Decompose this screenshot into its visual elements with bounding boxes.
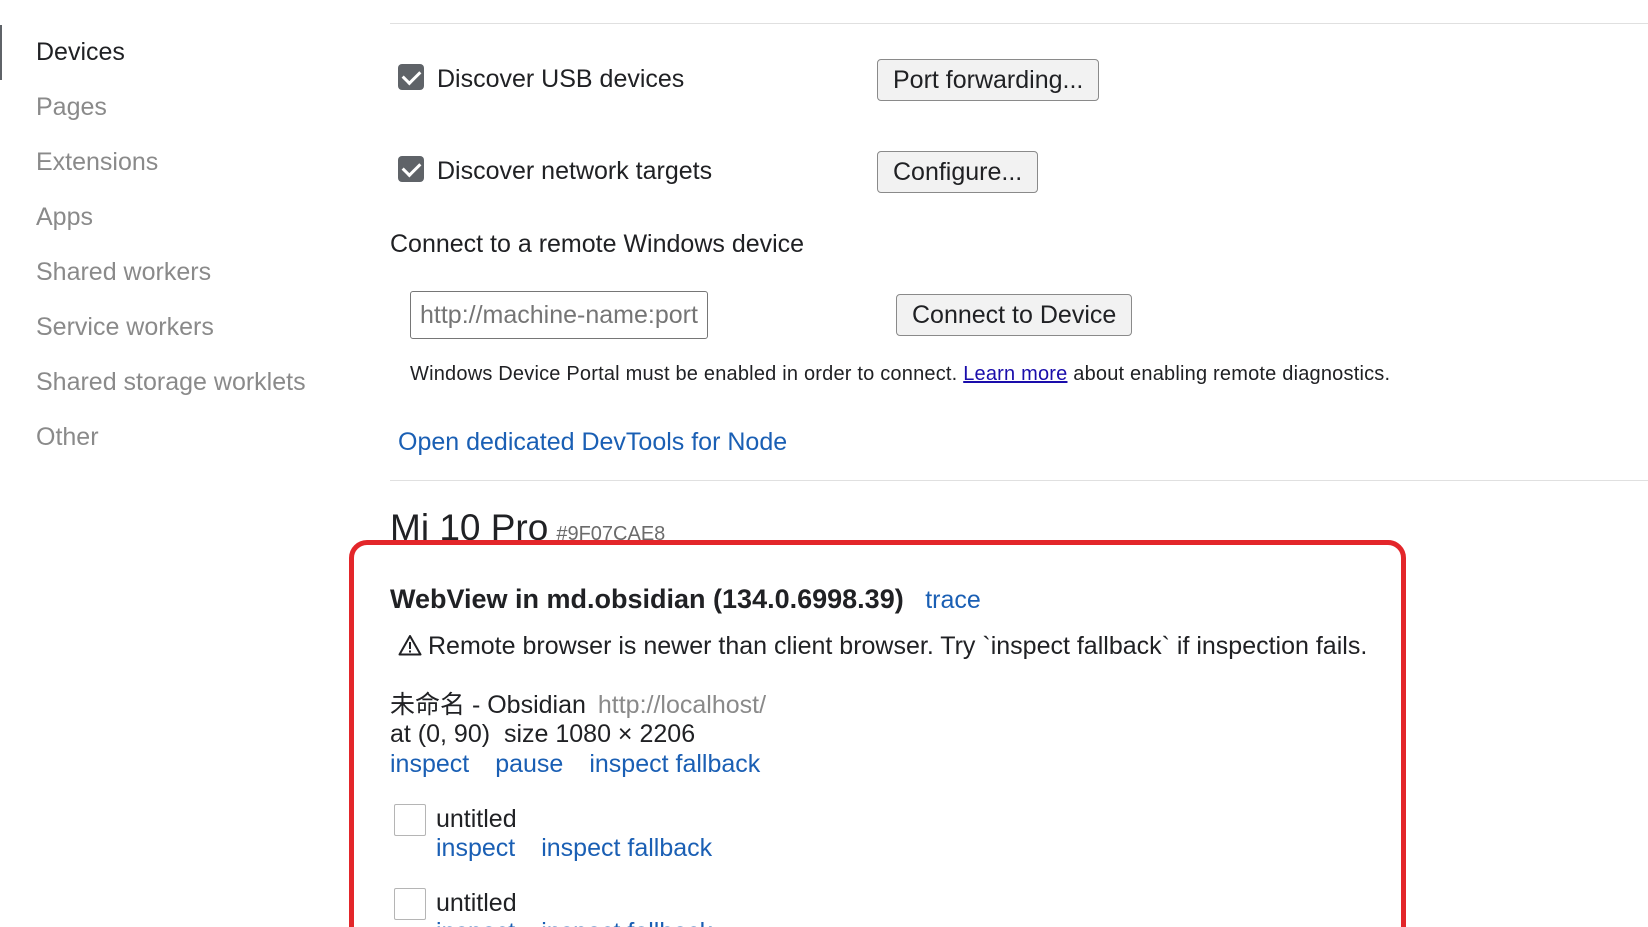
sidebar-item-other[interactable]: Other [36, 422, 99, 452]
sidebar-item-extensions[interactable]: Extensions [36, 147, 158, 177]
sidebar-item-pages[interactable]: Pages [36, 92, 107, 122]
inspect-fallback-link[interactable]: inspect fallback [589, 750, 760, 778]
discover-network-label: Discover network targets [437, 157, 713, 185]
subtarget-title: untitled [436, 805, 517, 833]
page-actions: inspect pause inspect fallback [390, 750, 786, 779]
version-warning: Remote browser is newer than client brow… [398, 632, 1367, 663]
hint-text-after: about enabling remote diagnostics. [1073, 363, 1391, 385]
subtarget-inspect-link[interactable]: inspect [436, 918, 515, 927]
page-size: size 1080 × 2206 [503, 720, 696, 748]
subtarget-inspect-fallback-link[interactable]: inspect fallback [541, 918, 712, 927]
subtarget-actions: inspect inspect fallback [436, 918, 738, 927]
browser-header: WebView in md.obsidian (134.0.6998.39) t… [390, 584, 981, 615]
top-divider [390, 23, 1648, 24]
active-indicator [0, 25, 2, 80]
subtarget-inspect-link[interactable]: inspect [436, 834, 515, 862]
port-forwarding-button[interactable]: Port forwarding... [877, 59, 1100, 101]
remote-windows-heading: Connect to a remote Windows device [390, 230, 805, 258]
page-position: at (0, 90) [390, 720, 491, 748]
inspect-link[interactable]: inspect [390, 750, 469, 778]
main-content: Discover USB devices Port forwarding... … [349, 0, 1648, 927]
warning-icon [398, 634, 422, 663]
sidebar-item-apps[interactable]: Apps [36, 202, 93, 232]
sidebar: Devices Pages Extensions Apps Shared wor… [0, 0, 360, 927]
remote-device-url-input[interactable] [410, 291, 708, 339]
pause-link[interactable]: pause [495, 750, 563, 778]
subtarget-icon [394, 888, 426, 920]
discover-network-checkbox[interactable] [398, 156, 424, 182]
page-title-row: 未命名 - Obsidian http://localhost/ [390, 685, 766, 721]
sidebar-item-devices[interactable]: Devices [36, 37, 125, 67]
connect-to-device-button[interactable]: Connect to Device [896, 294, 1133, 336]
trace-link[interactable]: trace [925, 586, 981, 614]
page-title: 未命名 - Obsidian [390, 691, 586, 719]
section-divider [390, 480, 1648, 481]
discover-usb-checkbox[interactable] [398, 64, 424, 90]
discover-usb-label: Discover USB devices [437, 65, 685, 93]
subtarget-actions: inspect inspect fallback [436, 834, 738, 863]
page-geometry-row: at (0, 90) size 1080 × 2206 [390, 720, 695, 749]
sidebar-item-service-workers[interactable]: Service workers [36, 312, 214, 342]
subtarget-icon [394, 804, 426, 836]
inspect-devices-page: Devices Pages Extensions Apps Shared wor… [0, 0, 1648, 927]
subtarget-title: untitled [436, 889, 517, 917]
sidebar-item-shared-workers[interactable]: Shared workers [36, 257, 211, 287]
configure-button[interactable]: Configure... [877, 151, 1039, 193]
sidebar-item-shared-storage-worklets[interactable]: Shared storage worklets [36, 367, 306, 397]
warning-text: Remote browser is newer than client brow… [428, 632, 1368, 660]
hint-text-before: Windows Device Portal must be enabled in… [410, 363, 958, 385]
open-node-devtools-link[interactable]: Open dedicated DevTools for Node [398, 428, 787, 457]
browser-title: WebView in md.obsidian (134.0.6998.39) [390, 584, 904, 614]
page-url: http://localhost/ [597, 691, 767, 719]
remote-diagnostics-hint: Windows Device Portal must be enabled in… [410, 363, 1390, 386]
learn-more-link[interactable]: Learn more [963, 363, 1067, 385]
subtarget-inspect-fallback-link[interactable]: inspect fallback [541, 834, 712, 862]
